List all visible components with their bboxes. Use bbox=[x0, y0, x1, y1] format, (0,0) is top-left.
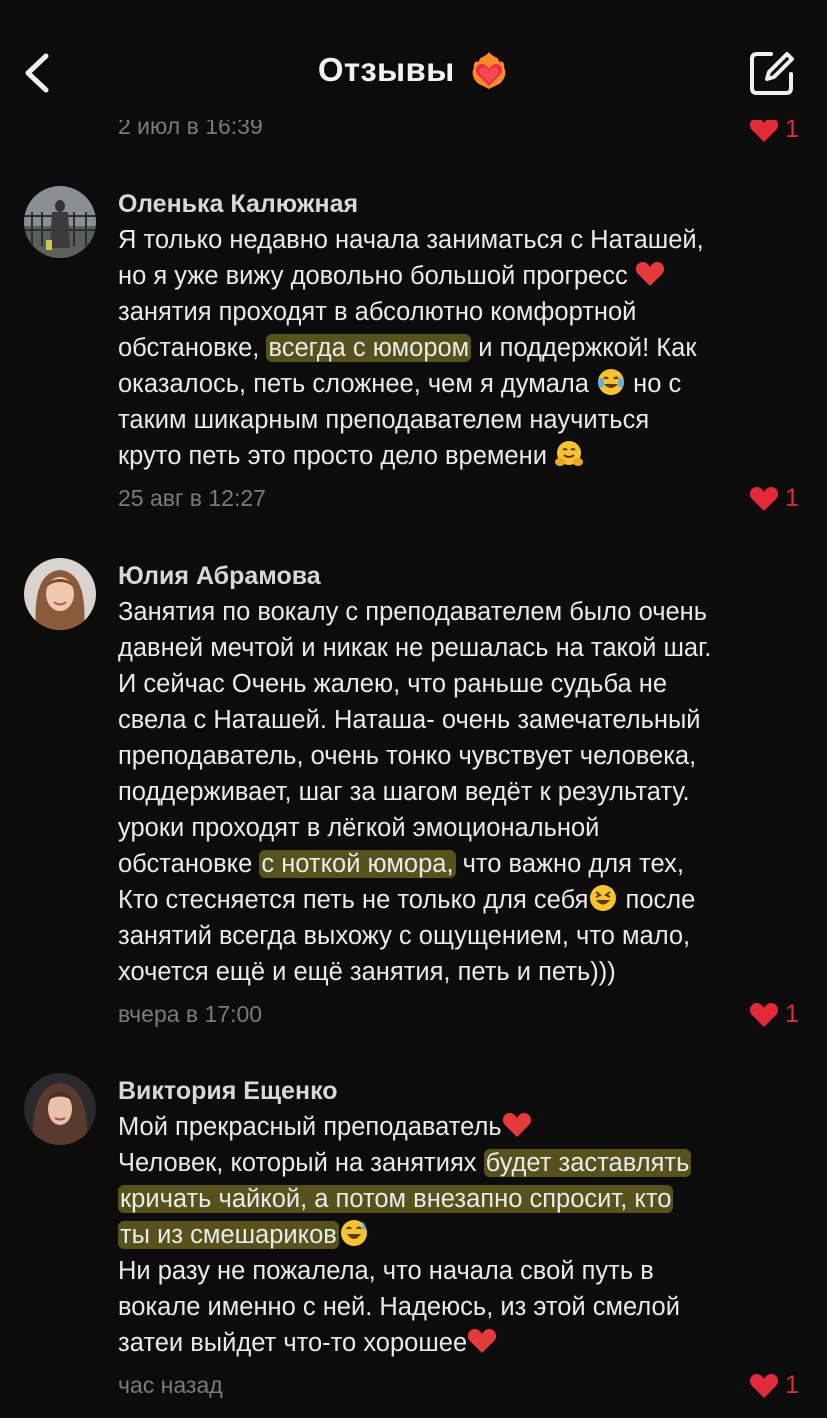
grinning-sweat-emoji-icon bbox=[339, 1218, 369, 1248]
heart-on-fire-icon bbox=[469, 50, 509, 90]
highlighted-text: кричать чайкой, а потом внезапно спросит… bbox=[118, 1185, 674, 1213]
review-date: 25 авг в 12:27 bbox=[118, 485, 266, 511]
red-heart-emoji-icon bbox=[502, 1110, 532, 1140]
review-meta: вчера в 17:00 1 bbox=[118, 994, 807, 1034]
review-author[interactable]: Юлия Абрамова bbox=[118, 558, 807, 594]
review-author[interactable]: Виктория Ещенко bbox=[118, 1073, 807, 1109]
review-date: час назад bbox=[118, 1372, 223, 1398]
review-line: давней мечтой и никак не решалась на так… bbox=[118, 634, 712, 662]
highlighted-text: будет заставлять bbox=[483, 1149, 692, 1177]
review-line: оказалось, петь сложнее, чем я думала bbox=[118, 370, 597, 398]
review-line: и поддержкой! Как bbox=[471, 334, 697, 362]
review-line: Занятия по вокалу с преподавателем было … bbox=[118, 598, 708, 626]
hugging-face-emoji-icon bbox=[554, 439, 584, 469]
review-line: после bbox=[618, 886, 696, 914]
review-line: обстановке, bbox=[118, 334, 267, 362]
review-meta: 25 авг в 12:27 1 bbox=[118, 478, 807, 518]
review-line: обстановке bbox=[118, 850, 260, 878]
review-line: Ни разу не пожалела, что начала свой пут… bbox=[118, 1257, 654, 1285]
review-line: круто петь это просто дело времени bbox=[118, 442, 555, 470]
review-line: хочется ещё и ещё занятия, петь и петь))… bbox=[118, 958, 616, 986]
grinning-squinting-emoji-icon bbox=[588, 883, 618, 913]
review-line: свела с Наташей. Наташа- очень замечател… bbox=[118, 706, 701, 734]
review-line: затеи выйдет что-то хорошее bbox=[118, 1329, 468, 1357]
review-line: И сейчас Очень жалею, что раньше судьба … bbox=[118, 670, 668, 698]
review-meta: час назад 1 bbox=[118, 1365, 807, 1405]
highlighted-text: ты из смешариков bbox=[118, 1221, 339, 1249]
review-line: занятия проходят в абсолютно комфортной bbox=[118, 298, 637, 326]
review-line: что важно для тех, bbox=[455, 850, 684, 878]
highlighted-text: всегда с юмором bbox=[266, 334, 472, 362]
review-line: но с bbox=[626, 370, 682, 398]
compose-button[interactable] bbox=[747, 48, 797, 98]
avatar[interactable] bbox=[24, 186, 96, 258]
heart-icon bbox=[750, 1003, 779, 1027]
like-count: 1 bbox=[785, 1000, 799, 1028]
like-button[interactable]: 1 bbox=[749, 484, 799, 513]
review-text: Я только недавно начала заниматься с Нат… bbox=[118, 222, 807, 474]
like-button[interactable]: 1 bbox=[749, 1371, 799, 1400]
review-text: Мой прекрасный преподаватель Человек, ко… bbox=[118, 1109, 807, 1361]
heart-icon bbox=[750, 487, 779, 511]
review-line: преподаватель, очень тонко чувствует чел… bbox=[118, 742, 697, 770]
review-line: но я уже вижу довольно большой прогресс bbox=[118, 262, 635, 290]
heart-icon bbox=[750, 1374, 779, 1398]
app-header: Отзывы bbox=[0, 0, 827, 120]
review-line: таким шикарным преподавателем научиться bbox=[118, 406, 650, 434]
avatar[interactable] bbox=[24, 1073, 96, 1145]
review-line: Мой прекрасный преподаватель bbox=[118, 1113, 502, 1141]
page-title: Отзывы bbox=[317, 51, 455, 88]
review-line: Я только недавно начала заниматься с Нат… bbox=[118, 226, 704, 254]
red-heart-emoji-icon bbox=[635, 259, 665, 289]
highlighted-text: с ноткой юмора, bbox=[259, 850, 456, 878]
heart-icon bbox=[750, 118, 779, 142]
review-line: поддерживает, шаг за шагом ведёт к резул… bbox=[118, 778, 690, 806]
review-line: уроки проходят в лёгкой эмоциональной bbox=[118, 814, 600, 842]
review-text: Занятия по вокалу с преподавателем было … bbox=[118, 594, 807, 990]
review-line: Человек, который на занятиях bbox=[118, 1149, 484, 1177]
review-line: Кто стесняется петь не только для себя bbox=[118, 886, 589, 914]
review-date: вчера в 17:00 bbox=[118, 1001, 263, 1027]
tears-of-joy-emoji-icon bbox=[596, 367, 626, 397]
header-title-area: Отзывы bbox=[0, 50, 827, 90]
like-count: 1 bbox=[785, 1371, 799, 1399]
review-author[interactable]: Оленька Калюжная bbox=[118, 186, 807, 222]
like-count: 1 bbox=[785, 484, 799, 512]
like-button[interactable]: 1 bbox=[749, 1000, 799, 1029]
review-line: вокале именно с ней. Надеюсь, из этой см… bbox=[118, 1293, 680, 1321]
avatar[interactable] bbox=[24, 558, 96, 630]
compose-icon bbox=[750, 52, 794, 95]
review-line: занятий всегда выхожу с ощущением, что м… bbox=[118, 922, 691, 950]
red-heart-emoji-icon bbox=[467, 1326, 497, 1356]
